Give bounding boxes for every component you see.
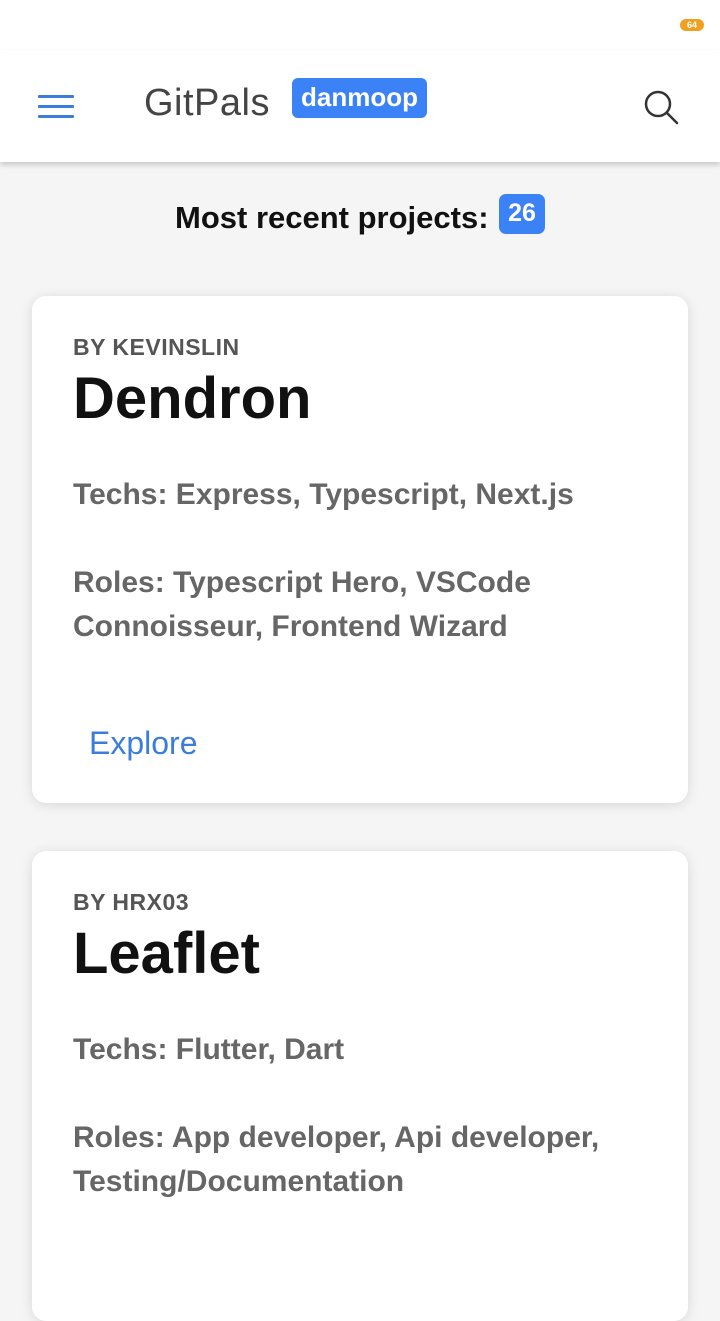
username-badge[interactable]: danmoop xyxy=(292,78,427,118)
main-content: Most recent projects: 26 BY KEVINSLIN De… xyxy=(0,162,720,1321)
status-bar: 64 xyxy=(0,0,720,50)
project-title: Leaflet xyxy=(73,921,260,986)
search-icon[interactable] xyxy=(642,88,680,126)
project-count-badge: 26 xyxy=(498,194,545,234)
section-title: Most recent projects: xyxy=(175,200,489,235)
app-title: GitPals xyxy=(144,82,270,124)
project-roles: Roles: App developer, Api developer, Tes… xyxy=(73,1121,600,1198)
menu-bar-line xyxy=(38,94,74,98)
menu-bar-line xyxy=(38,114,74,118)
project-card: BY KEVINSLIN Dendron Techs: Express, Typ… xyxy=(32,296,688,803)
hamburger-menu-icon[interactable] xyxy=(30,86,82,126)
section-heading: Most recent projects: 26 xyxy=(0,194,720,236)
project-author: BY KEVINSLIN xyxy=(73,334,240,360)
project-techs: Techs: Express, Typescript, Next.js xyxy=(73,478,574,511)
project-author: BY HRX03 xyxy=(73,889,190,915)
battery-icon: 64 xyxy=(680,19,704,31)
project-title: Dendron xyxy=(73,366,312,431)
project-roles: Roles: Typescript Hero, VSCode Connoisse… xyxy=(73,566,531,643)
project-card: BY HRX03 Leaflet Techs: Flutter, Dart Ro… xyxy=(32,851,688,1321)
app-bar: GitPals danmoop xyxy=(0,50,720,162)
explore-button[interactable]: Explore xyxy=(89,725,198,762)
menu-bar-line xyxy=(38,104,74,108)
project-techs: Techs: Flutter, Dart xyxy=(73,1033,345,1066)
